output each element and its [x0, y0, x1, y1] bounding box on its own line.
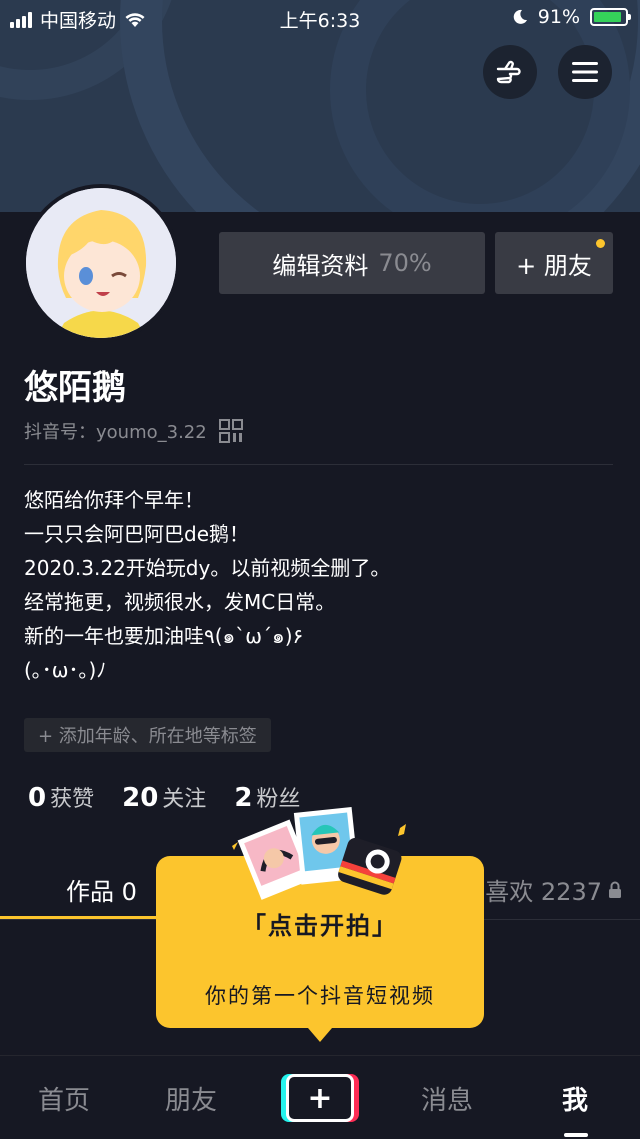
bio-line: 悠陌给你拜个早年！: [24, 488, 204, 512]
nav-friends[interactable]: 朋友: [165, 1080, 217, 1117]
tooltip-subtitle: 你的第一个抖音短视频: [205, 984, 435, 1008]
create-video-button[interactable]: +: [281, 1074, 359, 1122]
profile-name: 悠陌鹅: [24, 368, 126, 408]
profile-divider: [24, 464, 613, 465]
tab-likes[interactable]: 喜欢 2237: [485, 872, 622, 907]
add-friend-label: + 朋友: [516, 251, 592, 280]
stat-following[interactable]: 20 关注: [122, 781, 206, 813]
notification-dot: [596, 239, 605, 248]
bio-line: (｡･ω･｡)ﾉ: [24, 658, 107, 682]
bio: 悠陌给你拜个早年！ 一只只会阿巴阿巴de鹅！ 2020.3.22开始玩dy。以前…: [24, 483, 390, 687]
douyin-id-label: 抖音号：: [24, 422, 96, 443]
add-friend-button[interactable]: + 朋友: [495, 232, 613, 294]
bio-line: 新的一年也要加油哇٩(๑`ω´๑)۶: [24, 624, 304, 648]
stat-likes[interactable]: 0 获赞: [28, 781, 94, 813]
lock-icon: [609, 881, 621, 898]
moon-icon: [513, 9, 527, 24]
battery-percent: 91%: [537, 6, 580, 28]
avatar-image: [26, 188, 176, 338]
add-tags-button[interactable]: + 添加年龄、所在地等标签: [24, 718, 271, 752]
plus-icon: +: [286, 1074, 354, 1122]
bio-line: 一只只会阿巴阿巴de鹅！: [24, 522, 249, 546]
nav-messages[interactable]: 消息: [421, 1080, 473, 1117]
douyin-id-value: youmo_3.22: [96, 422, 207, 443]
menu-button[interactable]: [558, 45, 612, 99]
edit-profile-progress: 70%: [378, 249, 432, 277]
active-nav-indicator: [564, 1133, 588, 1137]
bottom-nav: 首页 朋友 + 消息 我: [0, 1055, 640, 1139]
edit-profile-label: 编辑资料: [272, 251, 369, 280]
battery-icon: [590, 8, 631, 26]
tab-likes-label: 喜欢 2237: [485, 878, 602, 906]
gesture-button[interactable]: [483, 45, 537, 99]
douyin-id-row: 抖音号：youmo_3.22: [24, 418, 243, 444]
hamburger-menu-icon: [572, 62, 598, 82]
tooltip-title: 「点击开拍」: [242, 912, 398, 940]
bio-line: 2020.3.22开始玩dy。以前视频全删了。: [24, 556, 391, 580]
edit-profile-button[interactable]: 编辑资料 70%: [219, 232, 485, 294]
avatar[interactable]: [22, 184, 180, 342]
bio-line: 经常拖更，视频很水，发MC日常。: [24, 590, 336, 614]
tab-works[interactable]: 作品 0: [66, 872, 137, 907]
nav-home[interactable]: 首页: [38, 1080, 90, 1117]
pointing-hand-icon: [496, 60, 521, 84]
nav-me[interactable]: 我: [562, 1080, 588, 1117]
qr-code-icon[interactable]: [218, 419, 243, 443]
active-tab-indicator: [0, 916, 160, 919]
camera-stickers-icon: [232, 806, 406, 900]
status-bar: 中国移动 上午6:33 91%: [0, 0, 640, 36]
